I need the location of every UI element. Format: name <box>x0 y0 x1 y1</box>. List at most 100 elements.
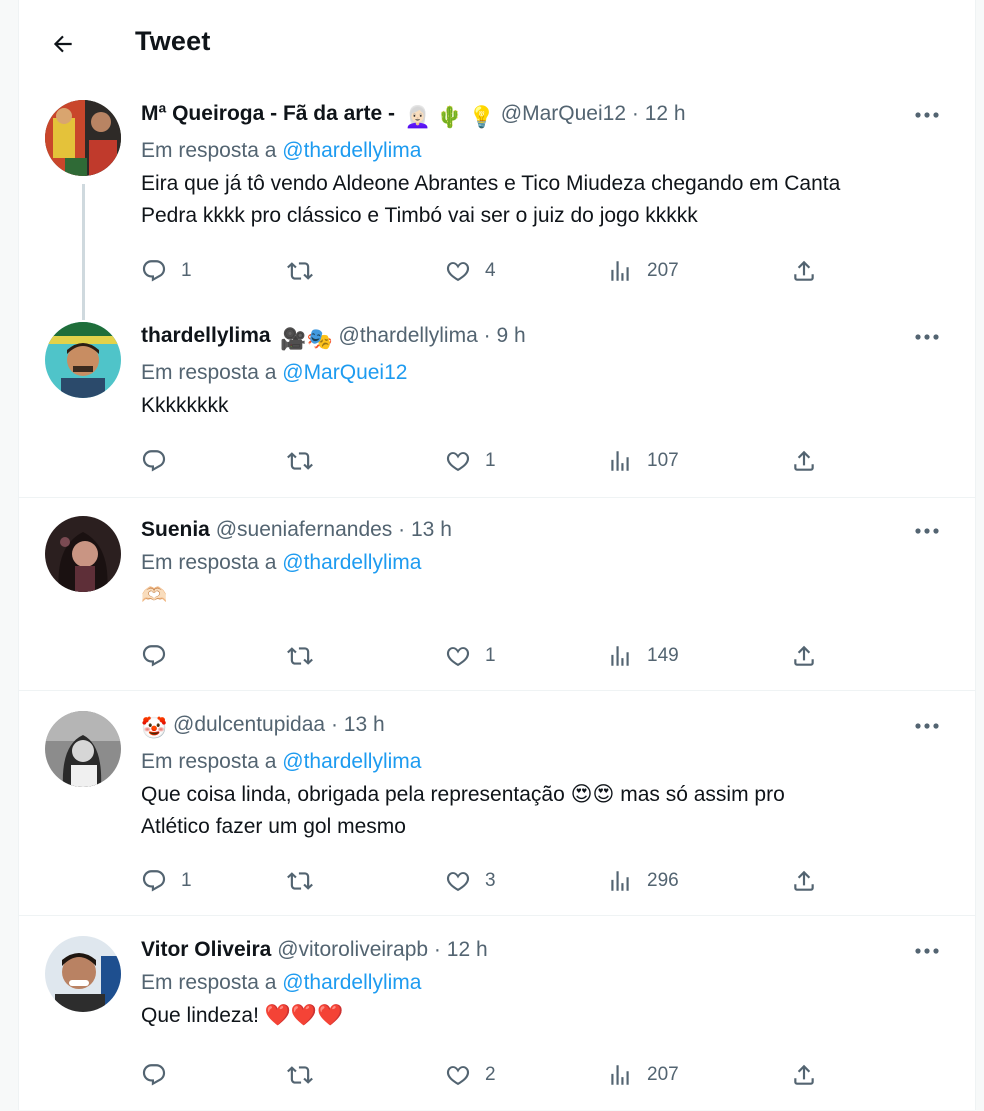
avatar[interactable] <box>45 100 121 176</box>
views-button[interactable]: 149 <box>607 641 679 671</box>
reply-prefix: Em resposta a <box>141 971 277 994</box>
page-header: Tweet <box>19 0 975 86</box>
author-name-emoji: 🎥🎭 <box>280 328 333 351</box>
like-button[interactable]: 2 <box>445 1060 496 1090</box>
tweet-time[interactable]: 12 h <box>447 938 488 961</box>
share-button[interactable] <box>791 1060 817 1090</box>
reply-mention[interactable]: @MarQuei12 <box>282 361 407 384</box>
reply-bubble-icon <box>142 260 166 282</box>
reply-mention[interactable]: @thardellylima <box>282 971 421 994</box>
views-button[interactable]: 296 <box>607 866 679 896</box>
reply-bubble-icon <box>142 870 166 892</box>
more-button[interactable] <box>909 102 945 128</box>
author-name[interactable]: thardellylima <box>141 324 271 347</box>
more-dots-icon <box>915 723 939 729</box>
reply-button[interactable]: 1 <box>141 256 192 286</box>
like-button[interactable]: 3 <box>445 866 496 896</box>
tweet-actions: 1 107 <box>141 446 841 476</box>
like-button[interactable]: 1 <box>445 641 496 671</box>
heart-icon <box>446 647 470 667</box>
more-button[interactable] <box>909 938 945 964</box>
retweet-button[interactable] <box>287 446 327 476</box>
tweet-item[interactable]: Suenia @sueniafernandes · 13 h Em respos… <box>19 497 975 691</box>
share-upload-icon <box>794 645 814 666</box>
reply-button[interactable] <box>141 641 181 671</box>
back-button[interactable] <box>45 26 81 62</box>
reply-button[interactable] <box>141 446 181 476</box>
reply-bubble-icon <box>142 450 166 472</box>
retweet-button[interactable] <box>287 1060 327 1090</box>
author-handle[interactable]: @sueniafernandes <box>216 518 393 541</box>
reply-mention[interactable]: @thardellylima <box>282 139 421 162</box>
author-name[interactable]: Mª Queiroga - Fã da arte - <box>141 102 395 125</box>
like-count: 1 <box>485 645 496 666</box>
share-button[interactable] <box>791 446 817 476</box>
tweet-text: Que lindeza! ❤️❤️❤️ <box>141 1000 945 1032</box>
avatar[interactable] <box>45 936 121 1012</box>
tweet-body: Mª Queiroga - Fã da arte - 👩🏻‍🦳 🌵 💡 @Mar… <box>141 100 945 232</box>
tweet-text: Que coisa linda, obrigada pela represent… <box>141 779 945 843</box>
reply-button[interactable] <box>141 1060 181 1090</box>
share-button[interactable] <box>791 256 817 286</box>
views-button[interactable]: 207 <box>607 256 679 286</box>
views-button[interactable]: 107 <box>607 446 679 476</box>
reply-bubble-icon <box>142 645 166 667</box>
tweet-page: Tweet Mª Queiroga - Fã da arte - 👩🏻‍🦳 🌵 … <box>18 0 976 1110</box>
tweet-time[interactable]: 12 h <box>645 102 686 125</box>
tweet-item[interactable]: Mª Queiroga - Fã da arte - 👩🏻‍🦳 🌵 💡 @Mar… <box>19 100 975 324</box>
like-button[interactable]: 1 <box>445 446 496 476</box>
avatar-image <box>45 936 121 1012</box>
retweet-icon <box>287 452 313 470</box>
author-name[interactable]: Vitor Oliveira <box>141 938 271 961</box>
share-button[interactable] <box>791 866 817 896</box>
share-upload-icon <box>794 450 814 471</box>
tweet-header-line: 🤡 @dulcentupidaa · 13 h <box>141 711 945 743</box>
author-handle[interactable]: @dulcentupidaa <box>173 713 325 736</box>
separator-dot: · <box>631 102 639 125</box>
views-button[interactable]: 207 <box>607 1060 679 1090</box>
separator-dot: · <box>433 938 441 961</box>
tweet-item[interactable]: 🤡 @dulcentupidaa · 13 h Em resposta a @t… <box>19 690 975 916</box>
more-button[interactable] <box>909 518 945 544</box>
tweet-actions: 1 149 <box>141 641 841 671</box>
avatar[interactable] <box>45 711 121 787</box>
author-handle[interactable]: @thardellylima <box>339 324 478 347</box>
tweet-item[interactable]: Vitor Oliveira @vitoroliveirapb · 12 h E… <box>19 915 975 1111</box>
author-handle[interactable]: @vitoroliveirapb <box>277 938 428 961</box>
like-count: 4 <box>485 260 496 281</box>
reply-button[interactable]: 1 <box>141 866 192 896</box>
share-button[interactable] <box>791 641 817 671</box>
tweet-text-line: Kkkkkkkk <box>141 394 229 417</box>
tweet-header-line: Suenia @sueniafernandes · 13 h <box>141 516 945 544</box>
tweet-actions: 1 3 296 <box>141 866 841 896</box>
tweet-actions: 1 4 207 <box>141 256 841 286</box>
views-bars-icon <box>611 1065 629 1085</box>
author-name[interactable]: Suenia <box>141 518 210 541</box>
reply-context: Em resposta a @MarQuei12 <box>141 358 945 388</box>
tweet-text-line: Que lindeza! ❤️❤️❤️ <box>141 1004 344 1027</box>
reply-context: Em resposta a @thardellylima <box>141 548 945 578</box>
tweet-item[interactable]: thardellylima 🎥🎭 @thardellylima · 9 h Em… <box>19 322 975 497</box>
tweet-time[interactable]: 13 h <box>344 713 385 736</box>
heart-icon <box>446 452 470 472</box>
view-count: 107 <box>647 450 679 471</box>
retweet-button[interactable] <box>287 641 327 671</box>
tweet-time[interactable]: 13 h <box>411 518 452 541</box>
views-bars-icon <box>611 261 629 281</box>
more-button[interactable] <box>909 324 945 350</box>
like-button[interactable]: 4 <box>445 256 496 286</box>
retweet-button[interactable] <box>287 256 327 286</box>
avatar[interactable] <box>45 516 121 592</box>
share-upload-icon <box>794 870 814 891</box>
tweet-time[interactable]: 9 h <box>496 324 525 347</box>
retweet-button[interactable] <box>287 866 327 896</box>
reply-mention[interactable]: @thardellylima <box>282 750 421 773</box>
avatar-image <box>45 100 121 176</box>
avatar[interactable] <box>45 322 121 398</box>
more-button[interactable] <box>909 713 945 739</box>
tweet-text-line: Eira que já tô vendo Aldeone Abrantes e … <box>141 172 841 195</box>
author-handle[interactable]: @MarQuei12 <box>501 102 626 125</box>
share-upload-icon <box>794 260 814 281</box>
reply-mention[interactable]: @thardellylima <box>282 551 421 574</box>
tweet-header-line: Vitor Oliveira @vitoroliveirapb · 12 h <box>141 936 945 964</box>
